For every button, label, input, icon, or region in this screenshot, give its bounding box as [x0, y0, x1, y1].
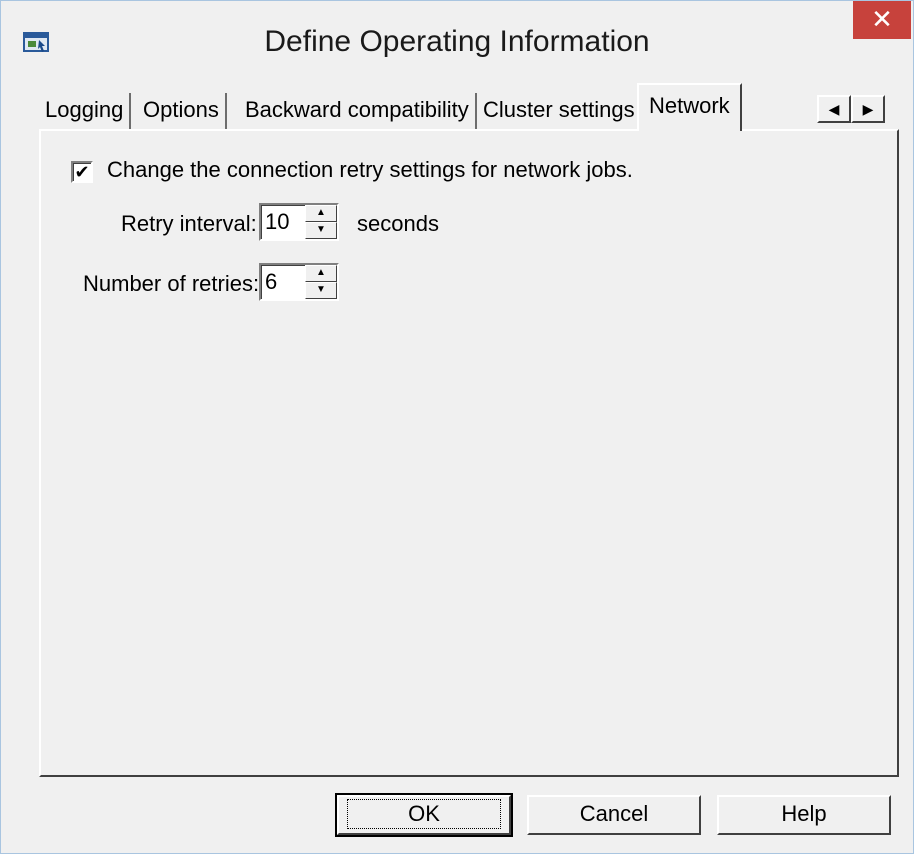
- tab-scroll-right-button[interactable]: ▶: [851, 95, 885, 123]
- number-of-retries-label: Number of retries:: [83, 271, 260, 296]
- spin-down-icon: ▼: [316, 284, 326, 295]
- tab-scroll-left-button[interactable]: ◀: [817, 95, 851, 123]
- number-of-retries-decrement-button[interactable]: ▼: [305, 282, 337, 299]
- tab-panel-network: ✔ Change the connection retry settings f…: [39, 129, 899, 777]
- title-bar[interactable]: Define Operating Information ✕: [1, 1, 913, 83]
- cancel-button[interactable]: Cancel: [527, 795, 701, 835]
- connection-retry-checkbox-label[interactable]: Change the connection retry settings for…: [107, 157, 633, 183]
- tab-strip: Logging Options Backward compatibility C…: [41, 83, 901, 131]
- close-button[interactable]: ✕: [853, 1, 911, 39]
- arrow-left-icon: ◀: [828, 101, 840, 117]
- ok-button[interactable]: OK: [335, 793, 513, 837]
- tab-logging[interactable]: Logging: [39, 93, 132, 129]
- spin-down-icon: ▼: [316, 224, 326, 235]
- tab-options[interactable]: Options: [137, 93, 227, 129]
- cancel-button-label: Cancel: [579, 801, 649, 826]
- retry-interval-label: Retry interval:: [121, 211, 257, 236]
- connection-retry-checkbox[interactable]: ✔: [71, 161, 93, 183]
- dialog-window: Define Operating Information ✕ Logging O…: [0, 0, 914, 854]
- tab-cluster-settings[interactable]: Cluster settings: [477, 93, 641, 129]
- tab-scroll-buttons: ◀ ▶: [817, 95, 889, 123]
- spin-up-icon: ▲: [316, 267, 326, 278]
- arrow-right-icon: ▶: [862, 101, 874, 117]
- number-of-retries-spin-buttons: ▲ ▼: [305, 265, 337, 299]
- retry-interval-decrement-button[interactable]: ▼: [305, 222, 337, 239]
- retry-interval-spinner[interactable]: 10 ▲ ▼: [259, 203, 339, 241]
- retry-interval-spin-buttons: ▲ ▼: [305, 205, 337, 239]
- retry-interval-unit: seconds: [357, 211, 439, 236]
- retry-interval-increment-button[interactable]: ▲: [305, 205, 337, 222]
- ok-button-label: OK: [347, 799, 501, 829]
- help-button[interactable]: Help: [717, 795, 891, 835]
- help-button-label: Help: [781, 801, 827, 826]
- close-icon: ✕: [871, 4, 893, 34]
- spin-up-icon: ▲: [316, 207, 326, 218]
- number-of-retries-increment-button[interactable]: ▲: [305, 265, 337, 282]
- number-of-retries-value[interactable]: 6: [265, 269, 277, 295]
- tab-network[interactable]: Network: [637, 83, 742, 131]
- checkmark-icon: ✔: [74, 162, 90, 182]
- tab-backward-compatibility[interactable]: Backward compatibility: [239, 93, 477, 129]
- number-of-retries-spinner[interactable]: 6 ▲ ▼: [259, 263, 339, 301]
- retry-interval-value[interactable]: 10: [265, 209, 289, 235]
- window-title: Define Operating Information: [264, 25, 650, 58]
